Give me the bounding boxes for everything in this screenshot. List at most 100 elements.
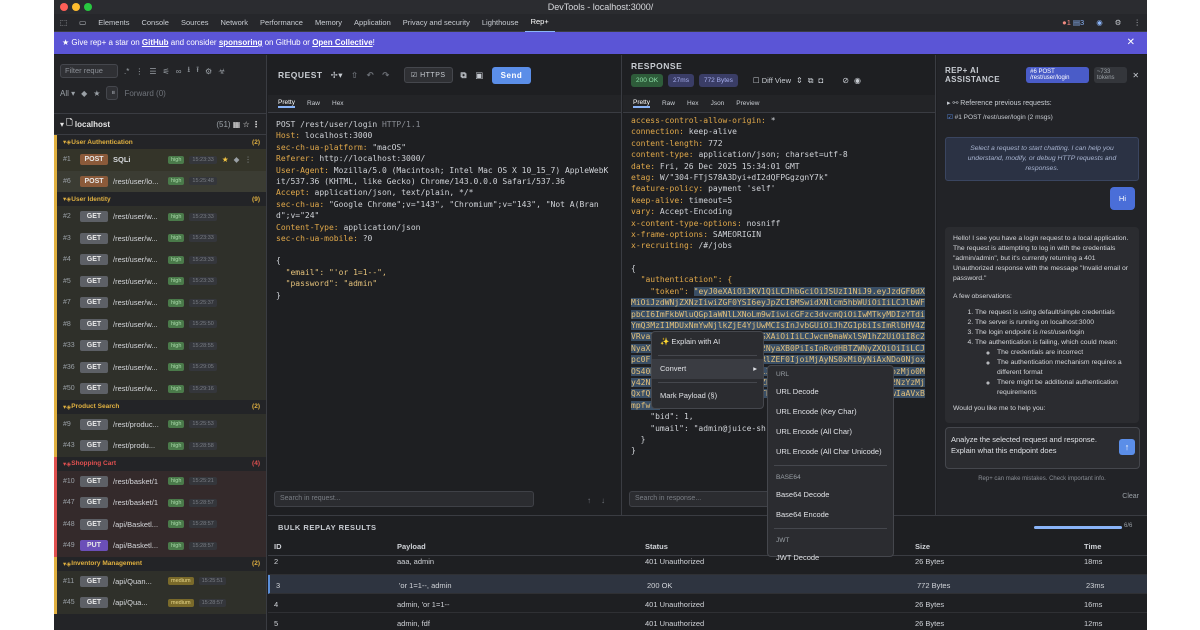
- request-row[interactable]: #47 GET/rest/basket/1 high 15:28:57: [54, 492, 266, 514]
- table-row[interactable]: 3 'or 1=1--, admin 200 OK 772 Bytes 23ms: [268, 575, 1147, 594]
- avatar[interactable]: ◉: [1090, 14, 1109, 32]
- request-editor[interactable]: POST /rest/user/login HTTP/1.1 Host: loca…: [268, 113, 621, 307]
- url-decode-item[interactable]: URL Decode: [768, 382, 893, 402]
- star-icon[interactable]: ★: [222, 155, 229, 164]
- tag-icon[interactable]: ◆: [234, 155, 240, 164]
- request-row[interactable]: #2 GET/rest/user/w... high 15:23:33: [54, 206, 266, 228]
- screenshot-icon[interactable]: ◘: [818, 76, 823, 85]
- base64-encode-item[interactable]: Base64 Encode: [768, 505, 893, 525]
- search-next-icon[interactable]: ↓: [601, 496, 605, 505]
- convert-item[interactable]: Convert ▸: [652, 359, 763, 379]
- minimize-window-icon[interactable]: [72, 3, 80, 11]
- request-row[interactable]: #3 GET/rest/user/w... high 15:23:33: [54, 227, 266, 249]
- request-row[interactable]: #10 GET/rest/basket/1 high 15:25:21: [54, 470, 266, 492]
- request-row[interactable]: #43 GET/rest/produ... high 15:28:58: [54, 435, 266, 457]
- checkbox-icon[interactable]: ☑: [947, 114, 953, 121]
- redo-icon[interactable]: ↷: [382, 70, 390, 81]
- block-icon[interactable]: ⊘: [842, 76, 849, 85]
- tab-application[interactable]: Application: [348, 14, 397, 32]
- host-row[interactable]: ▾ 🗋 localhost (51) ▦ ☆ ⋮: [54, 113, 266, 135]
- request-row[interactable]: #6 POST/rest/user/lo... high 15:25:48: [54, 170, 266, 192]
- https-toggle[interactable]: ☑ HTTPS: [403, 67, 453, 83]
- forward-button[interactable]: Forward (0): [124, 89, 165, 98]
- settings-icon[interactable]: ⚙: [205, 67, 212, 76]
- tab-lighthouse[interactable]: Lighthouse: [476, 14, 525, 32]
- maximize-window-icon[interactable]: [84, 3, 92, 11]
- request-row[interactable]: #36 GET/rest/user/w... high 15:29:05: [54, 356, 266, 378]
- tag-icon[interactable]: ◆: [81, 89, 87, 98]
- request-row[interactable]: #11 GET/api/Quan... medium 15:25:51: [54, 570, 266, 592]
- tab-json[interactable]: Json: [711, 100, 725, 107]
- group-header[interactable]: ▾ ◈ Shopping Cart (4): [54, 456, 266, 471]
- tab-performance[interactable]: Performance: [254, 14, 309, 32]
- open-collective-link[interactable]: Open Collective: [312, 38, 372, 47]
- layout-icon[interactable]: ▣: [475, 70, 484, 81]
- gear-icon[interactable]: ⚙: [1109, 14, 1128, 32]
- filter-input[interactable]: Filter reque: [60, 64, 118, 78]
- github-link[interactable]: GitHub: [142, 38, 169, 47]
- reference-item[interactable]: ☑ #1 POST /rest/user/login (2 msgs): [937, 111, 1147, 123]
- table-row[interactable]: 5 admin, fdf 401 Unauthorized 26 Bytes 12ms: [268, 613, 1147, 630]
- url-encode-unicode-item[interactable]: URL Encode (All Char Unicode): [768, 442, 893, 462]
- star-filter-icon[interactable]: ★: [93, 89, 100, 98]
- table-row[interactable]: 2 aaa, admin 401 Unauthorized 26 Bytes 18ms: [268, 556, 1147, 575]
- pin-icon[interactable]: ⇧: [351, 70, 359, 81]
- group-header[interactable]: ▾ ◈ User Identity (9): [54, 192, 266, 206]
- group-header[interactable]: ▾ ◈ Inventory Management (2): [54, 556, 266, 571]
- request-row[interactable]: #1 POST SQLi high 15:23:33 ★ ◆ ⋮: [54, 149, 266, 171]
- more-icon[interactable]: ⋮: [252, 120, 260, 129]
- error-count[interactable]: ●1 ▤3: [1056, 14, 1090, 32]
- request-row[interactable]: #8 GET/rest/user/w... high 15:25:50: [54, 313, 266, 335]
- device-toolbar-icon[interactable]: ▭: [73, 14, 92, 32]
- explain-with-ai-item[interactable]: ✨ Explain with AI: [652, 332, 763, 352]
- group-header[interactable]: ▾ ◈ Product Search (2): [54, 399, 266, 414]
- jwt-decode-item[interactable]: JWT Decode: [768, 548, 893, 568]
- base64-decode-item[interactable]: Base64 Decode: [768, 485, 893, 505]
- url-encode-all-item[interactable]: URL Encode (All Char): [768, 422, 893, 442]
- more-icon[interactable]: ⋮: [244, 155, 252, 164]
- more-options-icon[interactable]: ⋮: [1128, 14, 1148, 32]
- trash-icon[interactable]: ▦: [233, 120, 241, 129]
- request-row[interactable]: #49 PUT/api/Basketl... high 15:28:57: [54, 535, 266, 557]
- request-row[interactable]: #7 GET/rest/user/w... high 15:25:37: [54, 292, 266, 314]
- request-row[interactable]: #45 GET/api/Qua... medium 15:28:57: [54, 592, 266, 614]
- tab-console[interactable]: Console: [135, 14, 175, 32]
- close-icon[interactable]: ✕: [1132, 71, 1139, 80]
- request-row[interactable]: #9 GET/rest/produc... high 15:25:53: [54, 413, 266, 435]
- tab-memory[interactable]: Memory: [309, 14, 348, 32]
- tab-elements[interactable]: Elements: [92, 14, 135, 32]
- inspect-icon[interactable]: ⬚: [54, 14, 73, 32]
- eye-icon[interactable]: ◉: [854, 76, 861, 85]
- download-icon[interactable]: ⭳: [187, 64, 190, 78]
- request-row[interactable]: #33 GET/rest/user/w... high 15:28:55: [54, 335, 266, 357]
- upload-icon[interactable]: ⭱: [196, 64, 199, 78]
- star-icon[interactable]: ☆: [243, 120, 250, 129]
- close-window-icon[interactable]: [60, 3, 68, 11]
- close-icon[interactable]: ✕: [1127, 32, 1135, 54]
- request-row[interactable]: #5 GET/rest/user/w... high 15:23:33: [54, 270, 266, 292]
- sponsoring-link[interactable]: sponsoring: [219, 38, 263, 47]
- table-row[interactable]: 4 admin, 'or 1=1-- 401 Unauthorized 26 Byte…: [268, 594, 1147, 613]
- tab-network[interactable]: Network: [215, 14, 255, 32]
- request-search-input[interactable]: Search in request...: [274, 491, 534, 507]
- regex-icon[interactable]: .*: [124, 67, 129, 76]
- filter-icon[interactable]: ⚟: [163, 67, 170, 76]
- sort-icon[interactable]: ⇕: [796, 76, 803, 85]
- request-row[interactable]: #48 GET/api/Basketl... high 15:28:57: [54, 513, 266, 535]
- tab-pretty[interactable]: Pretty: [278, 99, 295, 108]
- magic-icon[interactable]: ✢▾: [331, 70, 343, 81]
- tab-sources[interactable]: Sources: [175, 14, 215, 32]
- link-icon[interactable]: ∞: [176, 67, 182, 76]
- request-row[interactable]: #50 GET/rest/user/w... high 15:29:16: [54, 378, 266, 400]
- send-icon[interactable]: ↑: [1119, 439, 1135, 455]
- clear-button[interactable]: Clear: [1122, 493, 1139, 500]
- tab-pretty[interactable]: Pretty: [633, 99, 650, 108]
- columns-icon[interactable]: ☰: [149, 67, 156, 76]
- mark-payload-item[interactable]: Mark Payload (§): [652, 386, 763, 406]
- copy-icon[interactable]: ⧉: [461, 70, 468, 81]
- tab-raw[interactable]: Raw: [307, 100, 320, 107]
- tab-preview[interactable]: Preview: [736, 100, 759, 107]
- search-prev-icon[interactable]: ↑: [587, 496, 591, 505]
- tab-hex[interactable]: Hex: [687, 100, 699, 107]
- diff-view-toggle[interactable]: ☐ Diff View: [753, 76, 791, 85]
